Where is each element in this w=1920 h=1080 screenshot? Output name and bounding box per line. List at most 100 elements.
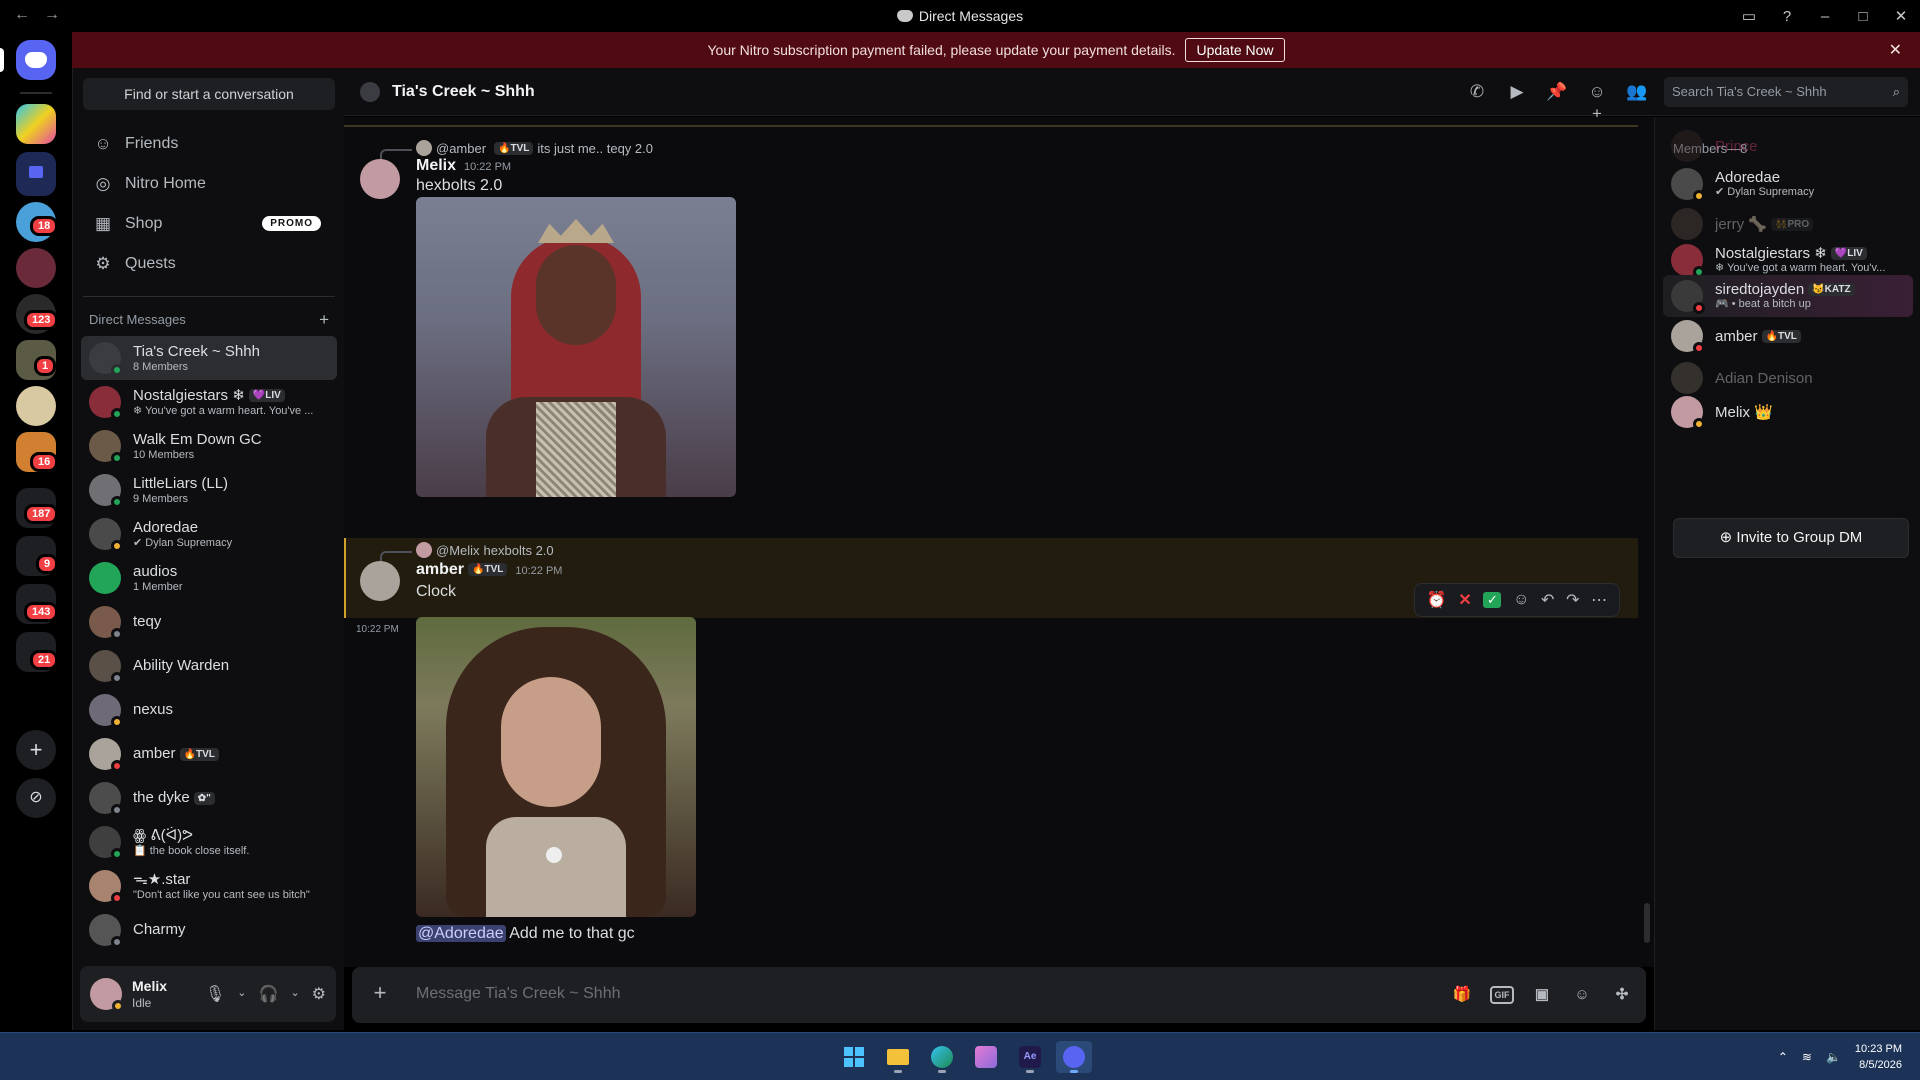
- maximize-button[interactable]: □: [1844, 8, 1882, 25]
- dm-item[interactable]: Tia's Creek ~ Shhh 8 Members: [81, 336, 337, 380]
- channel-name[interactable]: Tia's Creek ~ Shhh: [392, 83, 535, 101]
- dm-item[interactable]: amber 🔥TVL: [81, 732, 337, 776]
- cross-mark-reaction-icon[interactable]: ✕: [1458, 590, 1471, 610]
- edge-browser-button[interactable]: [924, 1041, 960, 1073]
- reply-preview[interactable]: @amber 🔥TVL its just me.. teqy 2.0: [416, 140, 653, 156]
- member-item[interactable]: Adoredae ✔ Dylan Supremacy: [1663, 163, 1913, 205]
- member-list-icon[interactable]: 👥: [1626, 81, 1648, 103]
- member-item[interactable]: amber 🔥TVL: [1663, 315, 1913, 357]
- avatar[interactable]: [360, 159, 400, 199]
- nav-quests[interactable]: ⚙ Quests: [85, 246, 335, 282]
- headphones-icon[interactable]: 🎧: [259, 984, 279, 1004]
- scrollbar-thumb[interactable]: [1644, 903, 1650, 943]
- home-button[interactable]: [16, 40, 56, 80]
- pinned-messages-icon[interactable]: 📌: [1546, 81, 1568, 103]
- gear-icon[interactable]: ⚙: [312, 984, 326, 1004]
- add-reaction-icon[interactable]: ☺: [1513, 591, 1529, 609]
- member-item[interactable]: siredtojayden 😼KATZ 🎮 • beat a bitch up: [1663, 275, 1913, 317]
- chevron-down-icon[interactable]: ⌄: [290, 984, 299, 1004]
- chevron-up-icon[interactable]: ⌃: [1778, 1050, 1788, 1064]
- image-attachment[interactable]: [416, 617, 696, 917]
- member-item[interactable]: Prince: [1663, 125, 1913, 167]
- apps-icon[interactable]: ✣: [1610, 983, 1634, 1007]
- group-dm-icon: [360, 82, 380, 102]
- dm-item[interactable]: the dyke ✿": [81, 776, 337, 820]
- message-author[interactable]: amber 🔥TVL 10:22 PM: [416, 561, 562, 579]
- member-item[interactable]: Melix 👑: [1663, 391, 1913, 433]
- dm-item[interactable]: Charmy: [81, 908, 337, 952]
- message-author[interactable]: Melix 10:22 PM: [416, 157, 511, 175]
- forward-icon[interactable]: ↷: [1566, 590, 1579, 610]
- close-icon[interactable]: ✕: [1889, 40, 1902, 60]
- server-rail: 18 123 1 16 187 9 143 21 + ⊘: [0, 32, 72, 1032]
- reply-preview[interactable]: @Melix hexbolts 2.0: [416, 542, 554, 558]
- nitro-icon: ◎: [95, 174, 111, 193]
- server-icon[interactable]: [16, 248, 56, 288]
- more-options-icon[interactable]: ⋯: [1591, 590, 1607, 610]
- image-app-button[interactable]: [968, 1041, 1004, 1073]
- help-icon[interactable]: ?: [1768, 8, 1806, 25]
- clock[interactable]: 10:23 PM 8/5/2026: [1855, 1041, 1902, 1073]
- add-server-button[interactable]: +: [16, 730, 56, 770]
- microphone-icon[interactable]: 🎙: [205, 984, 225, 1004]
- dm-item[interactable]: LittleLiars (LL) 9 Members: [81, 468, 337, 512]
- start-button[interactable]: [836, 1041, 872, 1073]
- dm-name: amber: [133, 745, 176, 762]
- sticker-icon[interactable]: ▣: [1530, 983, 1554, 1007]
- close-window-button[interactable]: ✕: [1882, 7, 1920, 25]
- wifi-icon[interactable]: ≋: [1802, 1050, 1812, 1064]
- message-composer[interactable]: + Message Tia's Creek ~ Shhh 🎁 GIF ▣ ☺ ✣: [352, 967, 1646, 1023]
- server-icon[interactable]: [16, 104, 56, 144]
- volume-icon[interactable]: 🔈: [1826, 1050, 1841, 1064]
- invite-to-group-dm-button[interactable]: ⊕ Invite to Group DM: [1673, 518, 1909, 558]
- gift-icon[interactable]: 🎁: [1450, 983, 1474, 1007]
- dm-item[interactable]: Nostalgiestars ❄ 💜LIV ❄ You've got a warm …: [81, 380, 337, 424]
- file-explorer-button[interactable]: [880, 1041, 916, 1073]
- search-input[interactable]: Search Tia's Creek ~ Shhh ⌕: [1664, 77, 1908, 107]
- after-effects-button[interactable]: Ae: [1012, 1041, 1048, 1073]
- chevron-down-icon[interactable]: ⌄: [237, 984, 246, 1004]
- update-now-button[interactable]: Update Now: [1185, 38, 1285, 62]
- user-mention[interactable]: @Adoredae: [416, 925, 506, 942]
- avatar: [1671, 130, 1703, 162]
- find-conversation-button[interactable]: Find or start a conversation: [83, 78, 335, 110]
- avatar[interactable]: [360, 561, 400, 601]
- nav-nitro-home[interactable]: ◎ Nitro Home: [85, 166, 335, 202]
- video-call-icon[interactable]: ▶: [1506, 81, 1528, 103]
- discord-logo-icon: [896, 10, 913, 22]
- alarm-clock-reaction-icon[interactable]: ⏰: [1427, 590, 1447, 610]
- dm-item[interactable]: ᯓ★.star "Don't act like you cant see us b…: [81, 864, 337, 908]
- dm-item[interactable]: Adoredae ✔ Dylan Supremacy: [81, 512, 337, 556]
- minimize-button[interactable]: –: [1806, 8, 1844, 25]
- dm-item[interactable]: Walk Em Down GC 10 Members: [81, 424, 337, 468]
- add-friends-icon[interactable]: ☺+: [1586, 81, 1608, 123]
- avatar[interactable]: [90, 978, 124, 1012]
- inbox-icon[interactable]: ▭: [1730, 7, 1768, 25]
- author-name[interactable]: amber: [416, 561, 464, 578]
- create-dm-icon[interactable]: +: [319, 310, 329, 330]
- check-mark-reaction-icon[interactable]: ✓: [1483, 592, 1502, 608]
- dm-text: teqy: [133, 613, 161, 631]
- discover-icon[interactable]: ⊘: [16, 778, 56, 818]
- dm-text: nexus: [133, 701, 173, 719]
- reply-icon[interactable]: ↶: [1541, 590, 1554, 610]
- dm-item[interactable]: ꙮ ᕕ(ᐛ)ᕗ 📋 the book close itself.: [81, 820, 337, 864]
- gif-icon[interactable]: GIF: [1490, 986, 1514, 1004]
- avatar: [89, 430, 123, 464]
- emoji-icon[interactable]: ☺: [1570, 983, 1594, 1007]
- server-icon[interactable]: [16, 386, 56, 426]
- dm-item[interactable]: Ability Warden: [81, 644, 337, 688]
- image-attachment[interactable]: [416, 197, 736, 497]
- upload-plus-icon[interactable]: +: [368, 981, 392, 1005]
- dm-item[interactable]: nexus: [81, 688, 337, 732]
- nav-friends[interactable]: ☺ Friends: [85, 126, 335, 162]
- message-text: Clock: [416, 583, 457, 600]
- voice-call-icon[interactable]: ✆: [1466, 81, 1488, 103]
- discord-taskbar-button[interactable]: [1056, 1041, 1092, 1073]
- nav-shop[interactable]: ▦ Shop PROMO: [85, 206, 335, 242]
- server-tag: 🔥TVL: [1761, 329, 1801, 343]
- folder-icon[interactable]: [16, 152, 56, 196]
- dm-item[interactable]: teqy: [81, 600, 337, 644]
- dm-item[interactable]: audios 1 Member: [81, 556, 337, 600]
- author-name[interactable]: Melix: [416, 157, 456, 174]
